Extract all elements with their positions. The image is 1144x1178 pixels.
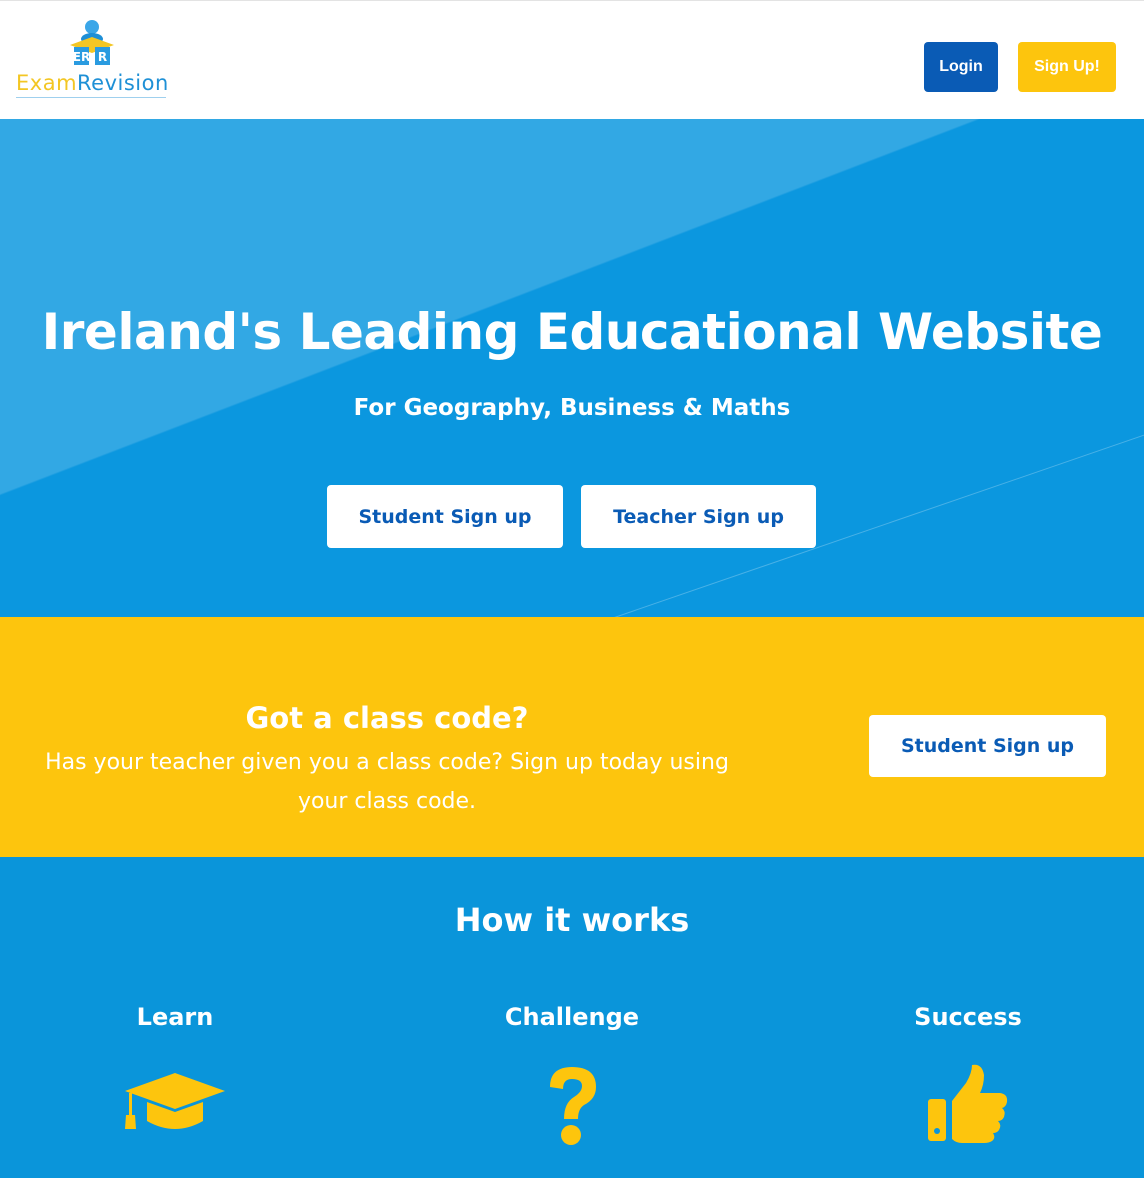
- class-code-title: Got a class code?: [245, 701, 529, 735]
- step-learn: Learn: [0, 1003, 365, 1133]
- step-success: Success: [778, 1003, 1144, 1145]
- logo-word-revision: Revision: [77, 71, 169, 95]
- hero-section: Ireland's Leading Educational Website Fo…: [0, 119, 1144, 617]
- logo-underline: [16, 97, 166, 98]
- step-label: Challenge: [504, 1003, 640, 1031]
- class-code-section: Got a class code? Has your teacher given…: [0, 617, 1144, 857]
- how-it-works-section: How it works Learn Challenge Success: [0, 857, 1144, 1178]
- thumbs-up-icon: [928, 1064, 1008, 1143]
- exam-revision-logo[interactable]: ER R ExamRevision: [16, 19, 176, 99]
- class-code-description: Has your teacher given you a class code?…: [45, 750, 729, 814]
- logo-mark-icon: ER R: [70, 20, 114, 65]
- hero-title: Ireland's Leading Educational Website: [41, 303, 1103, 361]
- step-challenge: Challenge: [382, 1003, 762, 1147]
- login-button[interactable]: Login: [924, 42, 998, 92]
- logo-badge-r: R: [98, 50, 107, 64]
- step-label: Learn: [136, 1003, 214, 1031]
- class-code-student-signup-button[interactable]: Student Sign up: [869, 715, 1106, 777]
- how-it-works-title: How it works: [454, 901, 690, 939]
- logo-word-exam: Exam: [16, 71, 78, 95]
- step-label: Success: [914, 1003, 1022, 1031]
- logo-badge-e: ER: [73, 50, 90, 64]
- hero-student-signup-button[interactable]: Student Sign up: [327, 485, 563, 548]
- signup-button[interactable]: Sign Up!: [1018, 42, 1116, 92]
- hero-diagonal-overlay: [0, 119, 1144, 617]
- site-header: ER R ExamRevision Login Sign Up!: [0, 0, 1144, 119]
- hero-teacher-signup-button[interactable]: Teacher Sign up: [581, 485, 816, 548]
- hero-subtitle: For Geography, Business & Maths: [353, 395, 791, 421]
- question-mark-icon: [550, 1067, 596, 1145]
- graduation-cap-icon: [125, 1073, 225, 1129]
- logo-wordmark: ExamRevision: [16, 71, 169, 95]
